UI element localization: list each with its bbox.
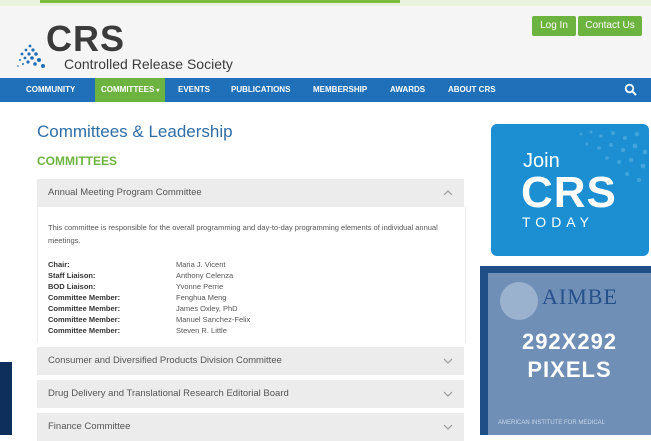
- member-name: Maria J. Vicent: [176, 260, 226, 269]
- chevron-down-icon: [443, 424, 453, 430]
- member-name: Manuel Sanchez-Felix: [176, 315, 251, 324]
- join-crs-text: CRS: [521, 168, 617, 217]
- site-header: CRS Controlled Release Society Log In Co…: [0, 6, 651, 78]
- nav-item-community[interactable]: COMMUNITY: [26, 78, 75, 102]
- caret-down-icon: ▾: [156, 88, 160, 94]
- nav-item-awards[interactable]: AWARDS: [390, 78, 425, 102]
- accordion-title: Consumer and Diversified Products Divisi…: [48, 355, 282, 366]
- member-name: Yvonne Perrie: [176, 282, 224, 291]
- search-icon[interactable]: [624, 83, 638, 97]
- accordion-header-consumer-products[interactable]: Consumer and Diversified Products Divisi…: [37, 347, 464, 375]
- accordion-title: Annual Meeting Program Committee: [48, 187, 202, 198]
- page-title: Committees & Leadership: [37, 122, 233, 141]
- ad-brand: AIMBE: [542, 284, 618, 309]
- nav-item-membership[interactable]: MEMBERSHIP: [313, 78, 367, 102]
- accordion-header-finance[interactable]: Finance Committee: [37, 413, 464, 441]
- logo-wordmark: CRS: [46, 18, 126, 59]
- nav-item-events[interactable]: EVENTS: [178, 78, 210, 102]
- chevron-down-icon: [443, 358, 453, 364]
- ad-footer-text: AMERICAN INSTITUTE FOR MEDICAL: [498, 420, 606, 426]
- chevron-down-icon: [443, 391, 453, 397]
- accordion-title: Drug Delivery and Translational Research…: [48, 388, 289, 399]
- accordion-header-annual-meeting[interactable]: Annual Meeting Program Committee: [37, 179, 464, 207]
- accordion-header-drug-delivery[interactable]: Drug Delivery and Translational Research…: [37, 380, 464, 408]
- member-name: Anthony Celenza: [176, 271, 234, 280]
- ad-size-line1: 292X292: [521, 329, 618, 354]
- member-role: Committee Member:: [48, 304, 121, 313]
- join-crs-banner[interactable]: Join CRS TODAY: [491, 124, 649, 256]
- ad-size-label: 292X292 PIXELS: [488, 328, 651, 384]
- login-button[interactable]: Log In: [532, 16, 576, 36]
- committee-description: This committee is responsible for the ov…: [48, 223, 438, 245]
- logo-subtitle: Controlled Release Society: [64, 56, 233, 72]
- crs-logo[interactable]: CRS Controlled Release Society: [16, 18, 236, 72]
- aimbe-emblem-icon: [500, 282, 538, 320]
- member-role: Committee Member:: [48, 293, 121, 302]
- member-role: BOD Liaison:: [48, 282, 96, 291]
- left-edge-block: [0, 362, 12, 435]
- chevron-up-icon: [443, 190, 453, 196]
- nav-item-label: COMMITTEES: [101, 85, 155, 94]
- main-nav: COMMUNITY COMMITTEES ▾ EVENTS PUBLICATION…: [0, 78, 651, 102]
- ad-size-line2: PIXELS: [527, 357, 612, 382]
- member-role: Staff Liaison:: [48, 271, 96, 280]
- accordion-body-annual-meeting: This committee is responsible for the ov…: [37, 207, 466, 343]
- nav-item-committees[interactable]: COMMITTEES ▾: [95, 78, 166, 102]
- member-role: Chair:: [48, 260, 70, 269]
- contact-us-button[interactable]: Contact Us: [578, 16, 642, 36]
- accordion-title: Finance Committee: [48, 421, 131, 432]
- nav-item-about[interactable]: ABOUT CRS: [448, 78, 496, 102]
- member-name: James Oxley, PhD: [176, 304, 238, 313]
- member-name: Fenghua Meng: [176, 293, 227, 302]
- nav-item-publications[interactable]: PUBLICATIONS: [231, 78, 290, 102]
- member-name: Steven R. Little: [176, 326, 227, 335]
- section-title: COMMITTEES: [37, 154, 117, 168]
- member-role: Committee Member:: [48, 326, 121, 335]
- join-today-text: TODAY: [522, 214, 594, 230]
- member-role: Committee Member:: [48, 315, 121, 324]
